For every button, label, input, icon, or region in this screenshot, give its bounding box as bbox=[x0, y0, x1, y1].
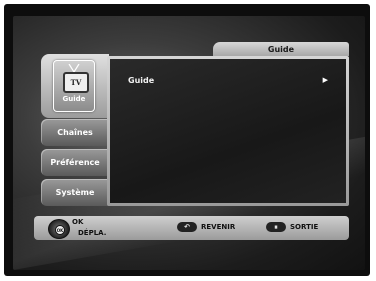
arrow-right-icon: ▶ bbox=[322, 76, 328, 84]
exit-hint: SORTIE bbox=[290, 223, 319, 231]
back-icon: ↶ bbox=[177, 222, 197, 232]
back-hint: REVENIR bbox=[201, 223, 236, 231]
main-panel: Guide ▶ bbox=[107, 56, 349, 206]
main-panel-inner: Guide ▶ bbox=[110, 59, 346, 203]
navigate-hint: DÉPLA. bbox=[78, 229, 107, 237]
sidebar-item-label: Chaînes bbox=[57, 128, 93, 137]
sidebar-item-label: Système bbox=[55, 188, 95, 197]
sidebar-item-preference[interactable]: Préférence bbox=[41, 149, 109, 176]
sidebar-item-label: Guide bbox=[62, 95, 86, 103]
ok-button-icon: OK bbox=[55, 225, 65, 235]
sidebar-item-chaines[interactable]: Chaînes bbox=[41, 119, 109, 146]
menu-item-guide[interactable]: Guide ▶ bbox=[128, 73, 328, 87]
guide-icon-box: TV Guide bbox=[53, 60, 95, 112]
ok-hint: OK bbox=[72, 218, 84, 226]
page-title: Guide bbox=[213, 42, 349, 56]
nav-pad-icon: OK bbox=[48, 219, 70, 239]
sidebar-item-label: Préférence bbox=[50, 158, 100, 167]
menu-item-label: Guide bbox=[128, 75, 155, 85]
bottom-help-bar: OK OK DÉPLA. ↶ REVENIR ⏸ SORTIE bbox=[34, 216, 349, 240]
sidebar-item-guide[interactable]: TV Guide bbox=[41, 54, 109, 118]
tv-icon: TV bbox=[63, 72, 89, 93]
sidebar-item-systeme[interactable]: Système bbox=[41, 179, 109, 206]
antenna-icon bbox=[68, 64, 80, 72]
tv-frame: Guide TV Guide Chaînes Préférence Systèm… bbox=[4, 4, 370, 276]
exit-icon: ⏸ bbox=[266, 222, 286, 232]
